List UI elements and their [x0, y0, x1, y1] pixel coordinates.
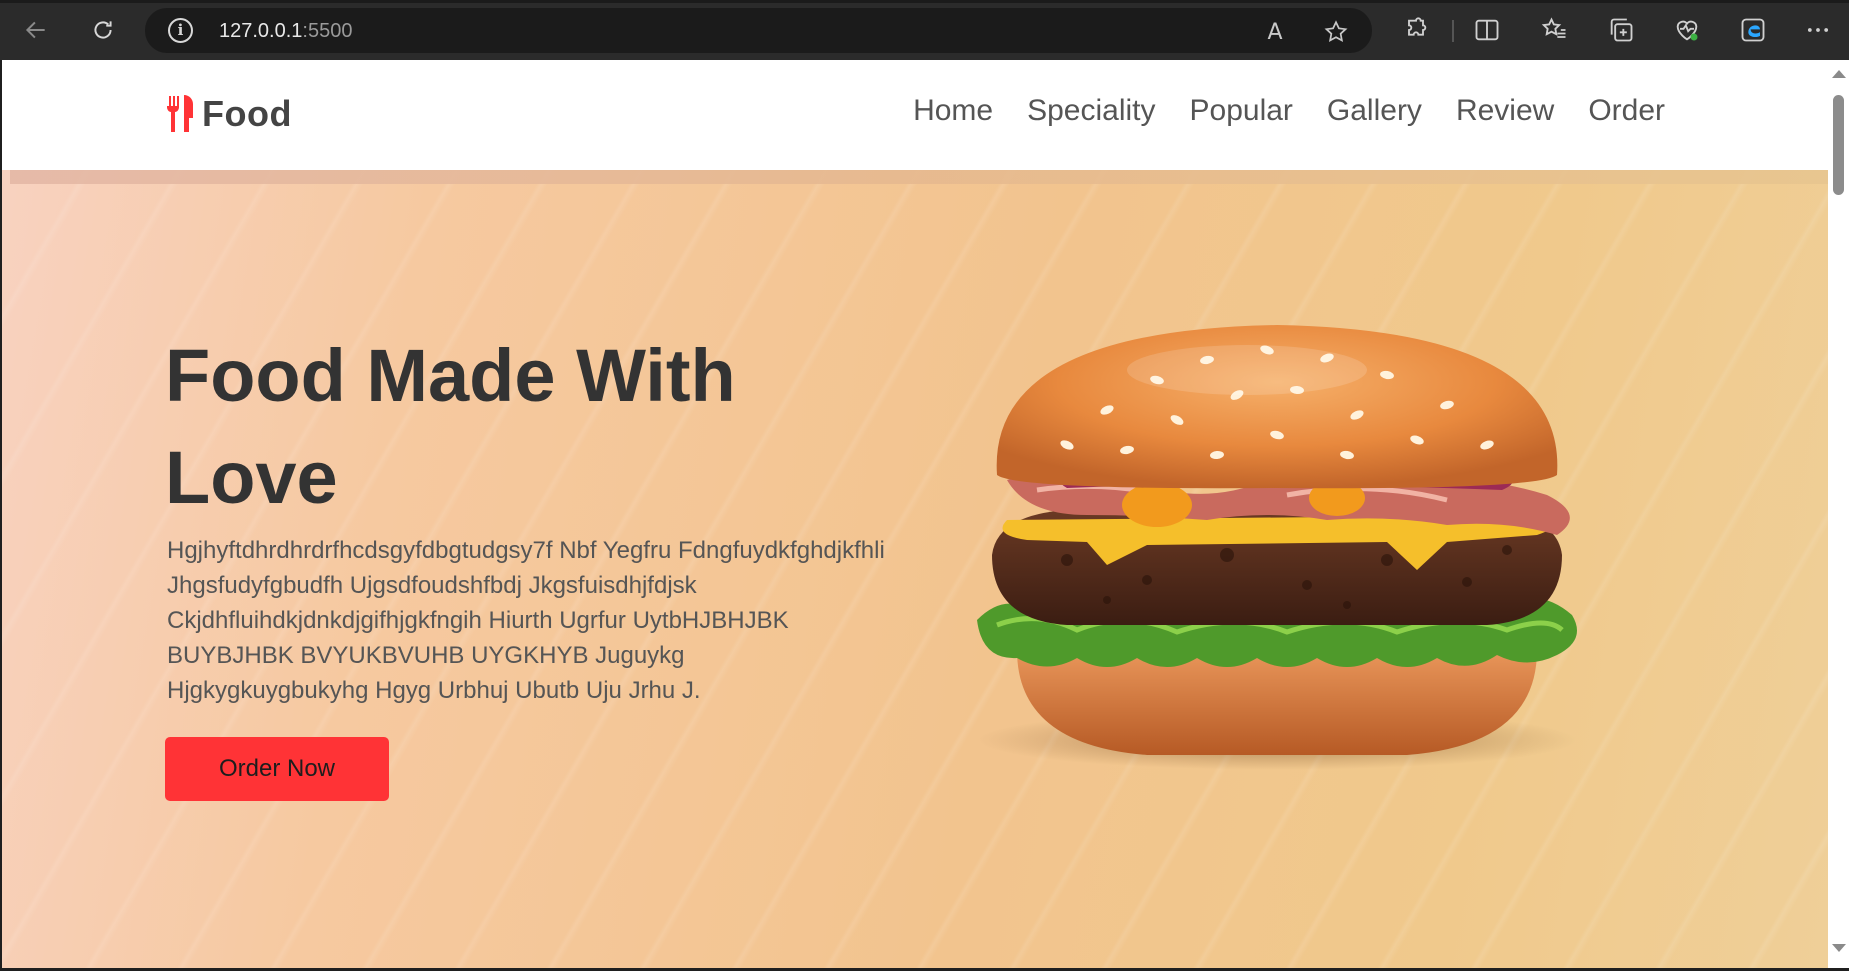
nav-gallery[interactable]: Gallery — [1327, 94, 1422, 128]
fork-knife-icon — [167, 95, 193, 132]
page-scrollbar[interactable] — [1828, 60, 1849, 968]
nav-order[interactable]: Order — [1588, 94, 1665, 128]
more-options-icon[interactable] — [1800, 12, 1836, 48]
favorites-list-icon[interactable] — [1537, 12, 1573, 48]
collections-icon[interactable] — [1603, 12, 1639, 48]
info-icon[interactable]: i — [168, 18, 193, 43]
read-aloud-glyph: A — [1267, 19, 1283, 45]
url-text[interactable]: 127.0.0.1:5500 — [219, 20, 352, 43]
refresh-icon[interactable] — [85, 12, 121, 48]
browser-toolbar: i 127.0.0.1:5500 A — [0, 0, 1849, 60]
extensions-icon[interactable] — [1398, 12, 1434, 48]
order-now-button[interactable]: Order Now — [165, 737, 389, 801]
window-top-edge — [0, 0, 1849, 3]
logo-text: Food — [202, 93, 292, 134]
address-bar[interactable]: i 127.0.0.1:5500 A — [145, 8, 1372, 53]
hero-top-band — [10, 170, 1828, 184]
url-port: :5500 — [302, 20, 353, 42]
scrollbar-thumb[interactable] — [1833, 95, 1844, 195]
hero-section: Food Made With Love Hgjhyftdhrdhrdrfhcds… — [2, 170, 1828, 968]
main-nav: Home Speciality Popular Gallery Review O… — [913, 94, 1665, 128]
nav-home[interactable]: Home — [913, 94, 993, 128]
site-logo[interactable]: Food — [164, 92, 292, 136]
nav-speciality[interactable]: Speciality — [1027, 94, 1155, 128]
hero-title-line2: Love — [165, 436, 338, 519]
nav-review[interactable]: Review — [1456, 94, 1554, 128]
burger-image — [977, 325, 1577, 770]
scroll-down-arrow-icon[interactable] — [1832, 944, 1846, 952]
hero-title-line1: Food Made With — [165, 334, 736, 417]
split-screen-icon[interactable] — [1469, 12, 1505, 48]
hero-description: Hgjhyftdhrdhrdrfhcdsgyfdbgtudgsy7f Nbf Y… — [167, 537, 885, 704]
page-viewport: Food Home Speciality Popular Gallery Rev… — [2, 60, 1828, 968]
read-aloud-icon[interactable]: A — [1261, 18, 1289, 46]
back-arrow-icon[interactable] — [18, 12, 54, 48]
edge-bar-icon[interactable] — [1735, 12, 1771, 48]
browser-essentials-icon[interactable] — [1669, 12, 1705, 48]
toolbar-separator — [1452, 20, 1454, 42]
scroll-up-arrow-icon[interactable] — [1832, 70, 1846, 78]
hero-title: Food Made With Love — [165, 325, 865, 529]
favorite-star-icon[interactable] — [1322, 18, 1350, 46]
site-header: Food Home Speciality Popular Gallery Rev… — [2, 60, 1828, 170]
url-host: 127.0.0.1 — [219, 20, 303, 42]
nav-popular[interactable]: Popular — [1190, 94, 1293, 128]
